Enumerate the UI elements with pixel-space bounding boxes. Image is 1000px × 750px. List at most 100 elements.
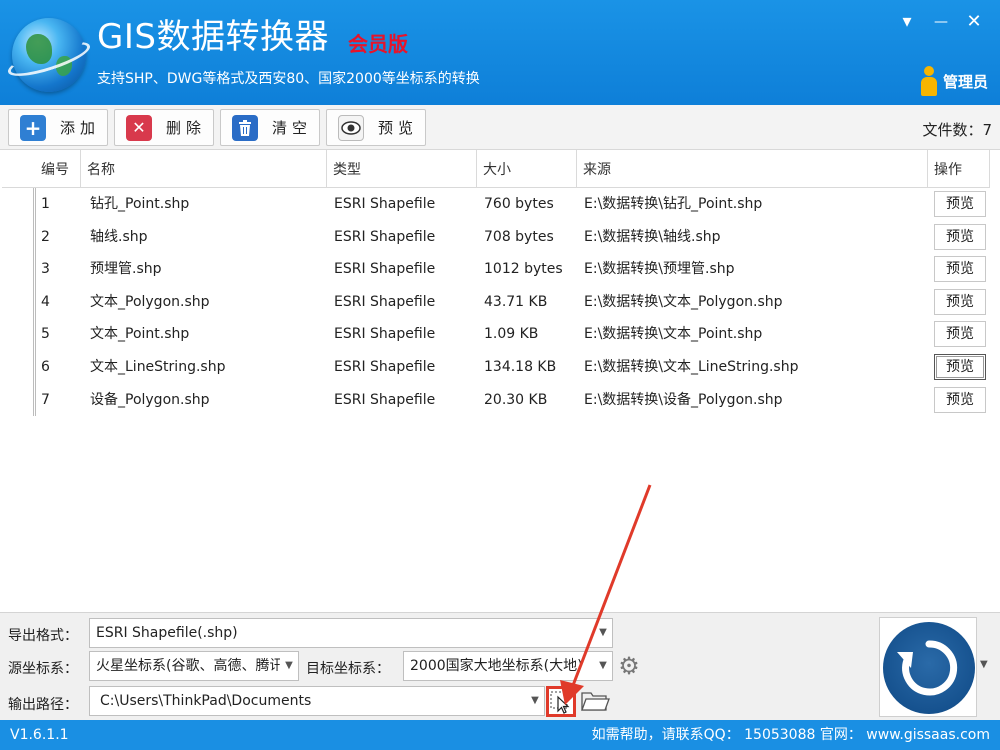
run-panel (879, 617, 977, 717)
cell-size: 134.18 KB (484, 359, 557, 375)
cell-source: E:\数据转换\文本_Point.shp (584, 326, 763, 343)
cell-size: 760 bytes (484, 196, 554, 212)
cell-size: 43.71 KB (484, 293, 548, 310)
help-contact-text: 如需帮助，请联系QQ： 15053088 官网： www.gissaas.com (591, 727, 990, 743)
options-panel: 导出格式： ESRI Shapefile(.shp) ▼ 源坐标系： 火星坐标系(… (0, 612, 1000, 720)
cell-name: 文本_Point.shp (90, 326, 190, 343)
chevron-down-icon: ▼ (594, 652, 612, 680)
cell-name: 文本_Polygon.shp (90, 293, 210, 310)
chevron-down-icon: ▼ (280, 652, 298, 680)
output-path-input[interactable]: C:\Users\ThinkPad\Documents ▼ (89, 686, 545, 716)
col-header-type[interactable]: 类型 (327, 150, 477, 188)
user-label: 管理员 (942, 72, 988, 91)
delete-button[interactable]: ✕ 删除 (114, 109, 214, 146)
row-preview-button[interactable]: 预览 (934, 191, 986, 217)
cell-type: ESRI Shapefile (334, 359, 436, 375)
row-preview-button[interactable]: 预览 (934, 354, 986, 380)
status-bar: V1.6.1.1 如需帮助，请联系QQ： 15053088 官网： www.gi… (0, 720, 1000, 750)
file-table: 编号 名称 类型 大小 来源 操作 1 钻孔_Point.shp ESRI Shap… (0, 150, 1000, 612)
run-options-dropdown-icon[interactable]: ▼ (980, 659, 988, 670)
cell-type: ESRI Shapefile (334, 391, 436, 408)
table-row[interactable]: 3 预埋管.shp ESRI Shapefile 1012 bytes E:\数据转换\… (36, 253, 990, 285)
title-bar: GIS数据转换器 会员版 支持SHP、DWG等格式及西安80、国家2000等坐标… (0, 0, 1000, 105)
app-title: GIS数据转换器 (97, 17, 329, 57)
globe-logo-icon (4, 18, 94, 92)
table-row[interactable]: 7 设备_Polygon.shp ESRI Shapefile 20.30 KB E:\… (36, 384, 990, 416)
cell-id: 2 (41, 228, 50, 245)
menu-dropdown-icon[interactable]: ▾ (895, 10, 919, 34)
cell-id: 6 (41, 359, 50, 375)
cell-source: E:\数据转换\轴线.shp (584, 228, 721, 245)
user-icon (920, 66, 937, 96)
cell-name: 预埋管.shp (90, 261, 162, 278)
gear-icon[interactable]: ⚙ (614, 651, 644, 681)
cell-id: 3 (41, 261, 50, 278)
cell-id: 1 (41, 196, 50, 212)
table-header: 编号 名称 类型 大小 来源 操作 (35, 150, 990, 188)
col-header-size[interactable]: 大小 (477, 150, 577, 188)
source-crs-select[interactable]: 火星坐标系(谷歌、高德、腾讯 ▼ (89, 651, 299, 681)
clear-button[interactable]: 清空 (220, 109, 320, 146)
convert-run-button[interactable] (883, 622, 975, 714)
col-header-name[interactable]: 名称 (81, 150, 327, 188)
user-account[interactable]: 管理员 (920, 66, 988, 96)
table-row[interactable]: 6 文本_LineString.shp ESRI Shapefile 134.18 K… (36, 351, 990, 383)
toolbar: + 添加 ✕ 删除 清空 预览 文件数：7 (0, 105, 1000, 150)
row-preview-button[interactable]: 预览 (934, 321, 986, 348)
cell-size: 20.30 KB (484, 391, 548, 408)
row-preview-button[interactable]: 预览 (934, 288, 986, 315)
cell-source: E:\数据转换\文本_Polygon.shp (584, 293, 783, 310)
eye-icon (338, 114, 364, 141)
table-row[interactable]: 2 轴线.shp ESRI Shapefile 708 bytes E:\数据转换\轴线… (36, 221, 990, 253)
cell-source: E:\数据转换\预埋管.shp (584, 261, 735, 278)
col-header-source[interactable]: 来源 (577, 150, 928, 188)
plus-icon: + (20, 114, 46, 141)
edition-badge: 会员版 (348, 32, 408, 56)
cell-id: 4 (41, 293, 50, 310)
col-header-action[interactable]: 操作 (928, 150, 990, 188)
table-row[interactable]: 1 钻孔_Point.shp ESRI Shapefile 760 bytes E:\数… (36, 188, 990, 220)
cell-type: ESRI Shapefile (334, 228, 436, 245)
cell-name: 钻孔_Point.shp (90, 196, 190, 212)
source-crs-label: 源坐标系： (8, 661, 78, 677)
chevron-down-icon: ▼ (526, 687, 544, 715)
cell-source: E:\数据转换\设备_Polygon.shp (584, 391, 783, 408)
table-row[interactable]: 5 文本_Point.shp ESRI Shapefile 1.09 KB E:\数据转… (36, 318, 990, 350)
target-crs-select[interactable]: 2000国家大地坐标系(大地) ▼ (403, 651, 613, 681)
cell-name: 设备_Polygon.shp (90, 391, 210, 408)
folder-icon (581, 692, 610, 711)
cell-type: ESRI Shapefile (334, 293, 436, 310)
cell-size: 1012 bytes (484, 261, 563, 278)
cell-id: 7 (41, 391, 50, 408)
chevron-down-icon: ▼ (594, 619, 612, 647)
cell-name: 文本_LineString.shp (90, 359, 226, 375)
delete-x-icon: ✕ (126, 114, 152, 141)
open-folder-button[interactable] (580, 689, 610, 715)
output-path-label: 输出路径： (8, 697, 78, 713)
cell-type: ESRI Shapefile (334, 261, 436, 278)
row-preview-button[interactable]: 预览 (934, 223, 986, 250)
row-preview-button[interactable]: 预览 (934, 386, 986, 413)
row-preview-button[interactable]: 预览 (934, 256, 986, 283)
col-header-id[interactable]: 编号 (35, 150, 81, 188)
cell-size: 708 bytes (484, 228, 554, 245)
select-path-button[interactable] (546, 686, 576, 717)
app-subtitle: 支持SHP、DWG等格式及西安80、国家2000等坐标系的转换 (97, 71, 480, 87)
cell-id: 5 (41, 326, 50, 343)
export-format-select[interactable]: ESRI Shapefile(.shp) ▼ (89, 618, 613, 648)
target-crs-label: 目标坐标系： (306, 661, 390, 677)
cell-source: E:\数据转换\文本_LineString.shp (584, 359, 799, 375)
close-icon[interactable]: ✕ (962, 10, 986, 34)
add-button[interactable]: + 添加 (8, 109, 108, 146)
cell-size: 1.09 KB (484, 326, 539, 343)
preview-button[interactable]: 预览 (326, 109, 426, 146)
cursor-select-icon (550, 691, 570, 714)
table-row[interactable]: 4 文本_Polygon.shp ESRI Shapefile 43.71 KB E:\… (36, 286, 990, 318)
refresh-icon (897, 640, 958, 696)
file-count: 文件数：7 (922, 121, 992, 139)
minimize-icon[interactable]: — (929, 10, 953, 34)
cell-type: ESRI Shapefile (334, 326, 436, 343)
cell-type: ESRI Shapefile (334, 196, 436, 212)
version-label: V1.6.1.1 (10, 727, 69, 743)
export-format-label: 导出格式： (8, 628, 78, 644)
